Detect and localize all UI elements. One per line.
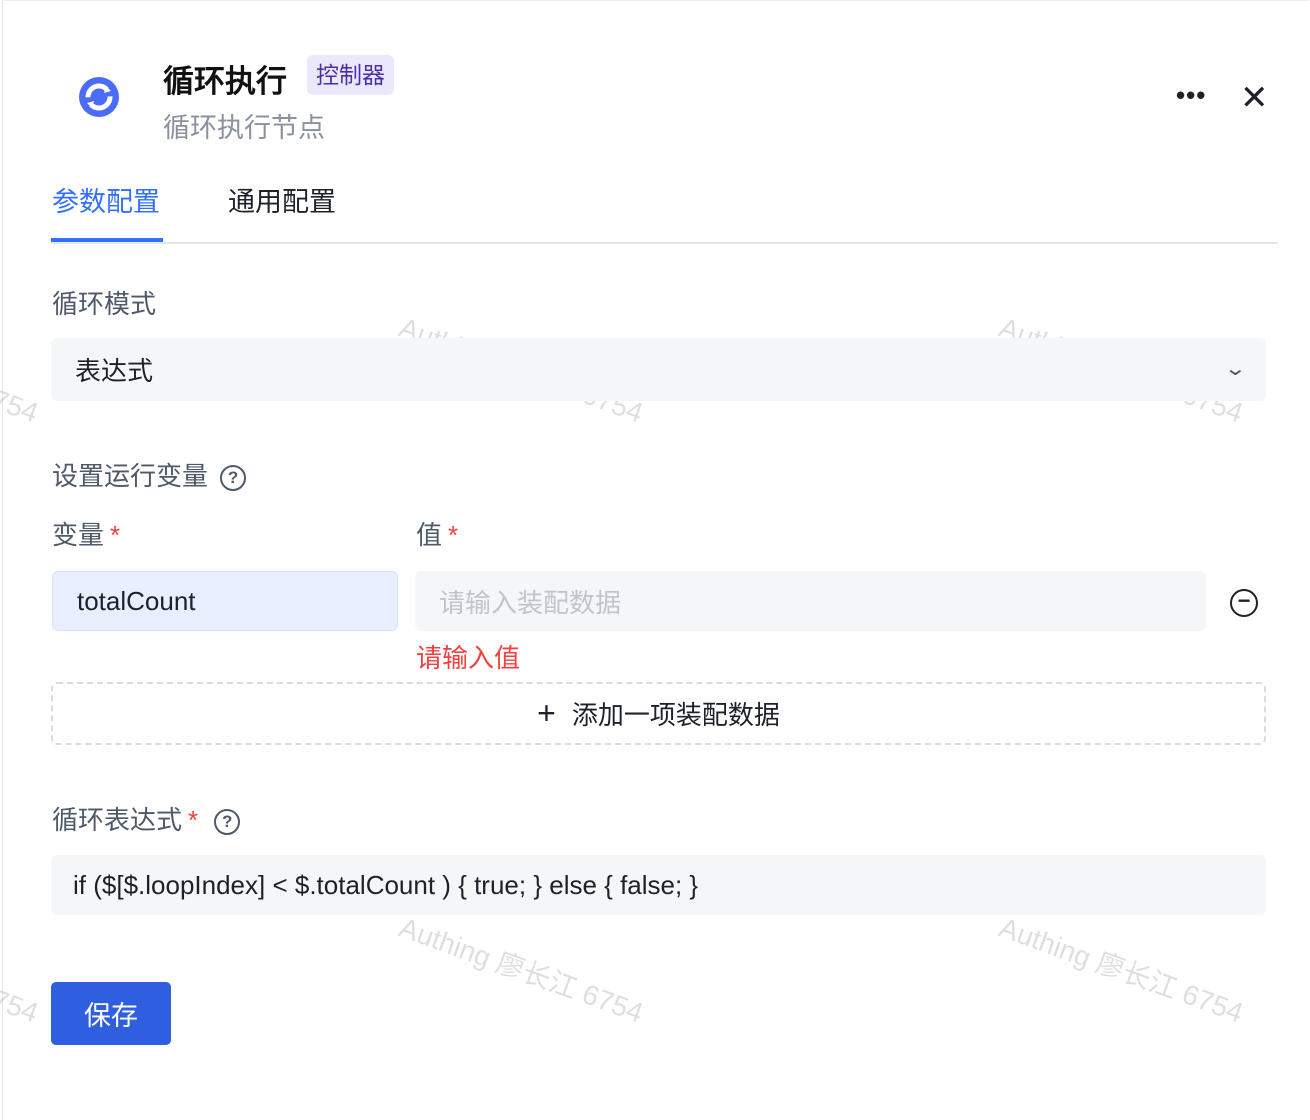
node-type-badge: 控制器 bbox=[307, 55, 394, 95]
variable-input[interactable]: totalCount bbox=[52, 571, 398, 631]
watermark: Authing 廖长江 6754 bbox=[995, 911, 1248, 1029]
runtime-vars-label: 设置运行变量? bbox=[52, 456, 247, 493]
node-subtitle: 循环执行节点 bbox=[163, 113, 325, 143]
loop-expression-label: 循环表达式 *? bbox=[52, 800, 241, 837]
node-config-panel: Authing 廖长江 6754 Authing 廖长江 6754 Authin… bbox=[0, 0, 1308, 1120]
node-title: 循环执行 bbox=[163, 64, 287, 99]
close-icon[interactable]: ✕ bbox=[1240, 78, 1269, 118]
loop-mode-label: 循环模式 bbox=[52, 289, 157, 319]
variable-column-label: 变量 * bbox=[52, 520, 121, 550]
value-input[interactable]: 请输入装配数据 bbox=[415, 571, 1206, 631]
value-error: 请输入值 bbox=[416, 643, 521, 673]
remove-row-icon[interactable]: − bbox=[1230, 589, 1258, 617]
loop-expression-input[interactable]: if ($[$.loopIndex] < $.totalCount ) { tr… bbox=[51, 855, 1266, 915]
watermark: Authing 廖长江 6754 bbox=[0, 912, 43, 1029]
watermark: Authing 廖长江 6754 bbox=[0, 312, 43, 429]
help-icon[interactable]: ? bbox=[220, 465, 247, 492]
add-row-button[interactable]: + 添加一项装配数据 bbox=[51, 682, 1266, 745]
loop-mode-value: 表达式 bbox=[75, 356, 154, 386]
tab-divider bbox=[51, 242, 1278, 244]
loop-mode-select[interactable]: 表达式 ⌄ bbox=[51, 338, 1266, 401]
watermark: Authing 廖长江 6754 bbox=[395, 911, 648, 1029]
plus-icon: + bbox=[537, 695, 556, 731]
loop-icon bbox=[79, 77, 119, 117]
more-icon[interactable]: ••• bbox=[1176, 80, 1206, 111]
value-column-label: 值 * bbox=[416, 520, 459, 550]
help-icon[interactable]: ? bbox=[214, 809, 241, 836]
active-tab-indicator bbox=[51, 238, 163, 242]
tab-params[interactable]: 参数配置 bbox=[52, 180, 160, 219]
save-button[interactable]: 保存 bbox=[51, 982, 171, 1045]
chevron-down-icon: ⌄ bbox=[1223, 358, 1248, 380]
tab-general[interactable]: 通用配置 bbox=[228, 180, 336, 219]
